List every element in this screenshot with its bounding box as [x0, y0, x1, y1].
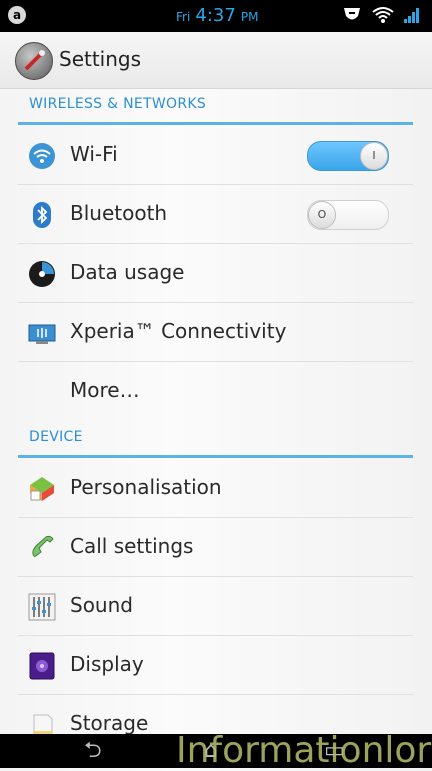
wifi-signal-icon	[372, 6, 394, 28]
toggle-knob: O	[308, 201, 336, 229]
clock-time: 4:37	[195, 5, 236, 26]
bluetooth-label: Bluetooth	[70, 201, 168, 225]
connectivity-icon	[28, 319, 56, 347]
clock-ampm: PM	[240, 10, 259, 24]
notification-icon: a	[8, 6, 26, 24]
settings-row-sound[interactable]: Sound	[18, 577, 413, 636]
equalizer-icon	[28, 593, 56, 621]
storage-label: Storage	[70, 711, 149, 735]
display-label: Display	[70, 652, 144, 676]
section-header-device: DEVICE	[29, 429, 83, 445]
data-usage-icon	[28, 260, 56, 288]
shield-icon	[342, 6, 362, 28]
bluetooth-toggle[interactable]: O	[307, 200, 389, 230]
section-header-wireless: WIRELESS & NETWORKS	[29, 96, 207, 112]
status-bar: a Fri 4:37 PM	[0, 0, 432, 32]
section-divider	[18, 122, 413, 125]
settings-row-personalisation[interactable]: Personalisation	[18, 459, 413, 518]
wifi-icon	[28, 142, 56, 170]
section-divider	[18, 455, 413, 458]
display-icon	[28, 652, 56, 680]
toggle-knob: I	[360, 142, 388, 170]
watermark-text: Informationlord	[176, 730, 432, 771]
settings-row-bluetooth[interactable]: Bluetooth O	[18, 185, 413, 244]
more-label: More…	[70, 378, 140, 402]
settings-row-xperia-connectivity[interactable]: Xperia™ Connectivity	[18, 303, 413, 362]
page-title: Settings	[59, 47, 142, 71]
cell-signal-icon	[404, 7, 420, 27]
phone-icon	[28, 534, 56, 562]
personalisation-label: Personalisation	[70, 475, 222, 499]
clock-day: Fri	[176, 10, 191, 24]
settings-row-call-settings[interactable]: Call settings	[18, 518, 413, 577]
clock: Fri 4:37 PM	[176, 5, 259, 26]
bluetooth-icon	[28, 201, 56, 229]
call-settings-label: Call settings	[70, 534, 194, 558]
settings-row-wifi[interactable]: Wi-Fi I	[18, 126, 413, 185]
status-icons	[342, 6, 420, 28]
settings-app-icon[interactable]	[15, 42, 53, 80]
settings-row-more[interactable]: More…	[18, 362, 413, 420]
sound-label: Sound	[70, 593, 133, 617]
data-usage-label: Data usage	[70, 260, 185, 284]
back-button[interactable]: ⮌	[84, 738, 102, 764]
wifi-toggle[interactable]: I	[307, 141, 389, 171]
settings-row-data-usage[interactable]: Data usage	[18, 244, 413, 303]
xperia-connectivity-label: Xperia™ Connectivity	[70, 319, 287, 343]
settings-row-display[interactable]: Display	[18, 636, 413, 695]
wifi-label: Wi-Fi	[70, 142, 118, 166]
personalisation-icon	[28, 475, 56, 503]
